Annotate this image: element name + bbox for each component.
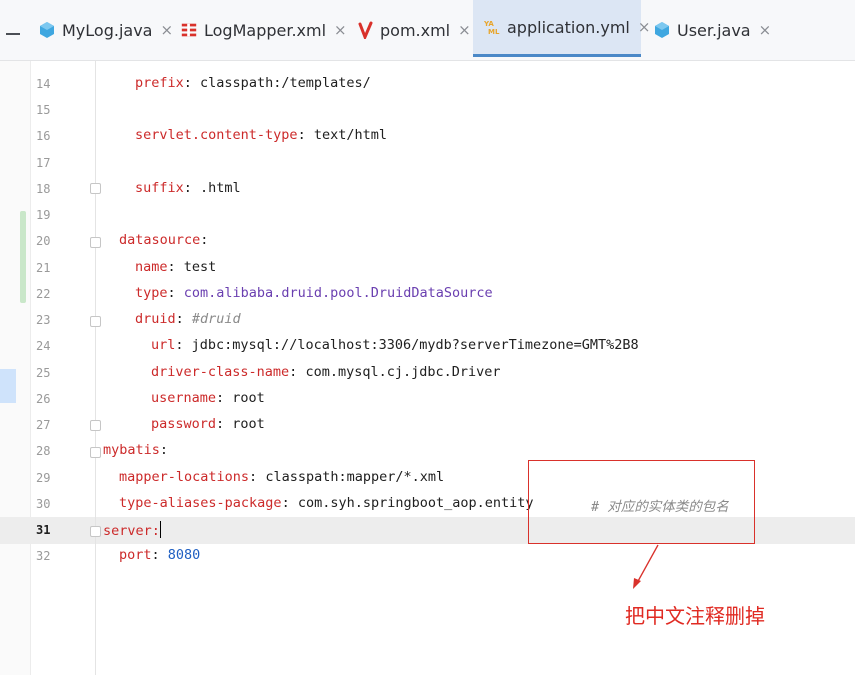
line-number: 22 <box>36 287 51 301</box>
line-number: 20 <box>36 234 51 248</box>
mapper-xml-icon <box>180 21 198 39</box>
yaml-value: root <box>232 390 265 406</box>
code-line: 16 servlet.content-type: text/html <box>36 127 387 143</box>
yaml-key: servlet.content-type <box>135 127 298 143</box>
yaml-value: test <box>183 259 217 275</box>
line-number: 29 <box>36 471 51 485</box>
yaml-key: type-aliases-package <box>119 495 282 511</box>
fold-toggle-icon[interactable] <box>90 316 101 327</box>
code-line: 25 driver-class-name: com.mysql.cj.jdbc.… <box>36 364 501 380</box>
tab-logmapper-xml[interactable]: LogMapper.xml × <box>180 0 347 60</box>
tab-label: LogMapper.xml <box>204 20 327 40</box>
yaml-value: jdbc:mysql://localhost:3306/mydb?serverT… <box>191 337 639 353</box>
yaml-key: driver-class-name <box>151 364 290 380</box>
line-number: 16 <box>36 129 51 143</box>
yaml-key: prefix <box>135 75 184 91</box>
yaml-icon: YA ML <box>483 18 501 36</box>
fold-end-icon[interactable] <box>90 420 101 431</box>
tab-label: application.yml <box>507 17 630 37</box>
yaml-key: url <box>151 337 176 353</box>
line-number: 14 <box>36 77 51 91</box>
java-class-icon <box>38 21 56 39</box>
code-line: 20 datasource: <box>36 232 209 248</box>
yaml-value: com.mysql.cj.jdbc.Driver <box>305 364 501 380</box>
yaml-value: classpath:mapper/*.xml <box>265 469 445 485</box>
line-number: 28 <box>36 444 51 458</box>
code-line: 26 username: root <box>36 390 265 406</box>
fold-end-icon[interactable] <box>90 183 101 194</box>
yaml-key: datasource <box>119 232 201 248</box>
yaml-key: type <box>135 285 168 301</box>
yaml-key: port <box>119 547 152 563</box>
yaml-key: suffix <box>135 180 184 196</box>
line-number: 25 <box>36 366 51 380</box>
line-number: 23 <box>36 313 51 327</box>
yaml-value: com.syh.springboot_aop.entity <box>297 495 534 511</box>
line-number: 19 <box>36 208 51 222</box>
tab-label: MyLog.java <box>62 20 153 40</box>
yaml-key: server <box>103 523 152 539</box>
line-number: 24 <box>36 339 51 353</box>
code-line: 15 <box>0 97 855 123</box>
text-caret <box>159 521 161 538</box>
line-number: 17 <box>36 156 51 170</box>
line-number: 21 <box>36 261 51 275</box>
yaml-key: mapper-locations <box>119 469 250 485</box>
yaml-key: name <box>135 259 168 275</box>
tab-pom-xml[interactable]: pom.xml × <box>356 0 471 60</box>
close-icon[interactable]: × <box>638 18 651 36</box>
yaml-key: password <box>151 416 217 432</box>
code-line: 14 prefix: classpath:/templates/ <box>36 75 371 91</box>
tab-application-yml[interactable]: YA ML application.yml × <box>473 0 650 57</box>
collapse-icon[interactable] <box>0 0 31 60</box>
line-number: 15 <box>36 103 51 117</box>
code-line: 19 <box>0 202 855 228</box>
code-line: 21 name: test <box>36 259 217 275</box>
tab-mylog-java[interactable]: MyLog.java × <box>38 0 173 60</box>
yaml-key: username <box>151 390 217 406</box>
close-icon[interactable]: × <box>160 21 173 39</box>
tab-user-java[interactable]: User.java × <box>653 0 771 60</box>
yaml-comment: #druid <box>191 311 241 327</box>
code-line: 24 url: jdbc:mysql://localhost:3306/mydb… <box>36 337 639 353</box>
close-icon[interactable]: × <box>458 21 471 39</box>
annotation-arrow-icon <box>633 544 659 589</box>
line-number: 30 <box>36 497 51 511</box>
code-line: 17 <box>0 150 855 176</box>
code-line: 22 type: com.alibaba.druid.pool.DruidDat… <box>36 285 493 301</box>
line-number: 26 <box>36 392 51 406</box>
close-icon[interactable]: × <box>334 21 347 39</box>
svg-text:ML: ML <box>488 28 500 36</box>
tab-label: pom.xml <box>380 20 451 40</box>
yaml-value: text/html <box>313 127 387 143</box>
fold-toggle-icon[interactable] <box>90 237 101 248</box>
code-line: 18 suffix: .html <box>36 180 241 196</box>
java-class-icon <box>653 21 671 39</box>
annotation-note: 把中文注释删掉 <box>625 604 765 628</box>
close-icon[interactable]: × <box>759 21 772 39</box>
code-line: 27 password: root <box>36 416 265 432</box>
annotation-box <box>528 460 755 544</box>
fold-toggle-icon[interactable] <box>90 526 101 537</box>
line-number: 32 <box>36 549 51 563</box>
code-line: 32 port: 8080 <box>36 547 201 563</box>
line-number: 27 <box>36 418 51 432</box>
line-number: 31 <box>36 523 51 537</box>
yaml-key: mybatis <box>103 442 160 458</box>
svg-text:YA: YA <box>483 20 494 28</box>
yaml-value: classpath:/templates/ <box>200 75 371 91</box>
tab-label: User.java <box>677 20 751 40</box>
editor-tab-bar: MyLog.java × LogMapper.xml × pom.xml × Y… <box>0 0 855 61</box>
yaml-value: .html <box>200 180 241 196</box>
fold-toggle-icon[interactable] <box>90 447 101 458</box>
yaml-key: druid <box>135 311 176 327</box>
maven-icon <box>356 21 374 39</box>
yaml-value: root <box>232 416 265 432</box>
code-line: 23 druid: #druid <box>36 311 241 327</box>
line-number: 18 <box>36 182 51 196</box>
yaml-value: com.alibaba.druid.pool.DruidDataSource <box>183 285 493 301</box>
yaml-value: 8080 <box>167 547 201 563</box>
